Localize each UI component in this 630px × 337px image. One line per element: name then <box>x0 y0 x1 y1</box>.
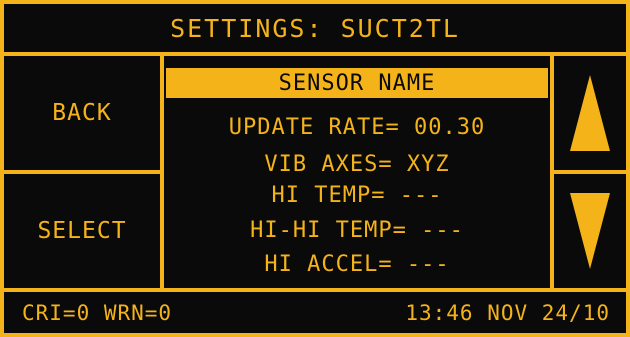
menu-item-vib-axes[interactable]: VIB AXES= XYZ <box>166 149 548 179</box>
select-button[interactable]: SELECT <box>4 174 160 288</box>
date-time: 13:46 NOV 24/10 <box>405 300 610 325</box>
scroll-down-button[interactable] <box>554 174 626 288</box>
arrow-up-icon <box>570 75 610 151</box>
menu-item-hi-hi-temp[interactable]: HI-HI TEMP= --- <box>166 215 548 245</box>
alarm-counts: CRI=0 WRN=0 <box>22 300 173 325</box>
menu-item-hi-accel[interactable]: HI ACCEL= --- <box>166 249 548 279</box>
settings-screen: SETTINGS: SUCT2TL BACK SELECT SENSOR NAM… <box>0 0 630 337</box>
menu-item-hi-temp[interactable]: HI TEMP= --- <box>166 180 548 210</box>
settings-menu: SENSOR NAME UPDATE RATE= 00.30 VIB AXES=… <box>164 56 550 288</box>
menu-item-sensor-name[interactable]: SENSOR NAME <box>166 68 548 98</box>
arrow-down-icon <box>570 193 610 269</box>
menu-item-update-rate[interactable]: UPDATE RATE= 00.30 <box>166 112 548 142</box>
screen-title: SETTINGS: SUCT2TL <box>170 13 460 43</box>
back-button[interactable]: BACK <box>4 56 160 170</box>
scroll-up-button[interactable] <box>554 56 626 170</box>
